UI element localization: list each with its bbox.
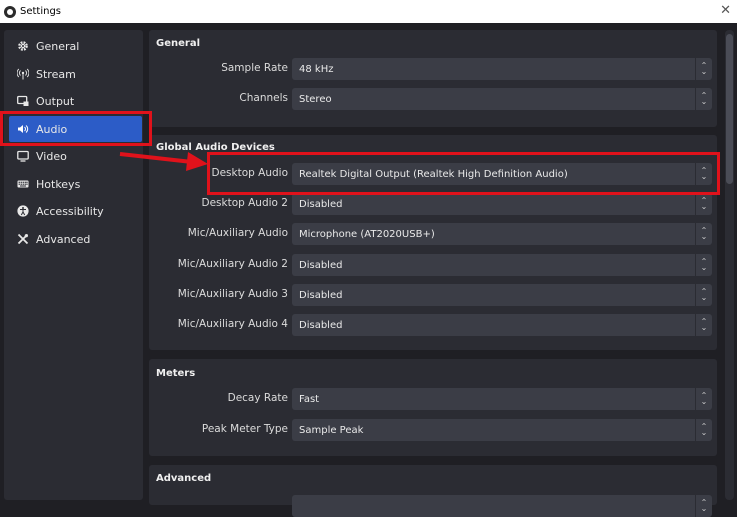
section-title-meters: Meters <box>156 368 196 379</box>
title-bar: Settings ✕ <box>0 0 737 23</box>
sidebar-item-general[interactable]: General <box>9 33 142 59</box>
keyboard-icon <box>16 177 30 191</box>
channels-value: Stereo <box>299 93 332 105</box>
mic-aux-audio-3-select[interactable]: Disabled ⌃ ⌄ <box>292 284 712 306</box>
mic-aux-audio-4-label: Mic/Auxiliary Audio 4 <box>177 318 288 330</box>
sidebar-item-accessibility[interactable]: Accessibility <box>9 198 142 224</box>
annotation-arrow-icon <box>119 152 208 171</box>
peak-meter-type-value: Sample Peak <box>299 424 364 436</box>
sidebar-item-label: Stream <box>36 67 76 81</box>
mic-aux-audio-4-select[interactable]: Disabled ⌃ ⌄ <box>292 314 712 336</box>
sample-rate-select[interactable]: 48 kHz ⌃ ⌄ <box>292 58 712 80</box>
accessibility-icon <box>16 204 30 218</box>
broadcast-icon <box>16 67 30 81</box>
mic-aux-audio-label: Mic/Auxiliary Audio <box>187 227 288 239</box>
chevron-up-down-icon: ⌃ ⌄ <box>695 388 712 410</box>
gear-icon <box>16 39 30 53</box>
chevron-up-down-icon: ⌃ ⌄ <box>695 314 712 336</box>
mic-aux-audio-2-label: Mic/Auxiliary Audio 2 <box>177 258 288 270</box>
decay-rate-select[interactable]: Fast ⌃ ⌄ <box>292 388 712 410</box>
mic-aux-audio-3-label: Mic/Auxiliary Audio 3 <box>177 288 288 300</box>
monitor-icon <box>16 149 30 163</box>
scrollbar-thumb[interactable] <box>726 34 733 184</box>
decay-rate-value: Fast <box>299 393 320 405</box>
desktop-audio-2-select[interactable]: Disabled ⌃ ⌄ <box>292 193 712 215</box>
sidebar-item-label: Output <box>36 94 75 108</box>
desktop-audio-2-label: Desktop Audio 2 <box>201 197 288 209</box>
chevron-up-down-icon: ⌃ ⌄ <box>695 58 712 80</box>
vertical-scrollbar[interactable] <box>725 30 734 500</box>
close-icon[interactable]: ✕ <box>720 3 731 19</box>
obs-logo-icon <box>4 5 16 18</box>
desktop-audio-2-value: Disabled <box>299 198 343 210</box>
sidebar-item-label: Advanced <box>36 232 91 246</box>
decay-rate-label: Decay Rate <box>227 392 288 404</box>
section-title-advanced: Advanced <box>156 473 212 484</box>
peak-meter-type-label: Peak Meter Type <box>201 423 288 435</box>
sidebar-item-label: Hotkeys <box>36 177 81 191</box>
chevron-up-down-icon: ⌃ ⌄ <box>695 88 712 110</box>
section-title-general: General <box>156 38 200 49</box>
chevron-up-down-icon: ⌃ ⌄ <box>695 495 712 517</box>
mic-aux-audio-select[interactable]: Microphone (AT2020USB+) ⌃ ⌄ <box>292 223 712 245</box>
sample-rate-label: Sample Rate <box>221 62 288 74</box>
chevron-up-down-icon: ⌃ ⌄ <box>695 254 712 276</box>
window-title: Settings <box>20 6 62 17</box>
channels-select[interactable]: Stereo ⌃ ⌄ <box>292 88 712 110</box>
mic-aux-audio-2-select[interactable]: Disabled ⌃ ⌄ <box>292 254 712 276</box>
monitoring-device-select[interactable]: ⌃ ⌄ <box>292 495 712 517</box>
sidebar-item-label: Video <box>36 149 67 163</box>
sample-rate-value: 48 kHz <box>299 63 334 75</box>
highlight-box-desktop-audio <box>207 152 720 195</box>
chevron-up-down-icon: ⌃ ⌄ <box>695 284 712 306</box>
peak-meter-type-select[interactable]: Sample Peak ⌃ ⌄ <box>292 419 712 441</box>
mic-aux-audio-2-value: Disabled <box>299 259 343 271</box>
sidebar-item-hotkeys[interactable]: Hotkeys <box>9 171 142 197</box>
chevron-up-down-icon: ⌃ ⌄ <box>695 419 712 441</box>
meters-section: Meters Decay Rate Fast ⌃ ⌄ Peak Meter Typ… <box>149 359 717 456</box>
advanced-section: Advanced ⌃ ⌄ <box>149 465 717 517</box>
audio-settings-panel: General Sample Rate 48 kHz ⌃ ⌄ Channels S… <box>146 23 722 517</box>
mic-aux-audio-3-value: Disabled <box>299 289 343 301</box>
channels-label: Channels <box>239 92 288 104</box>
sidebar-item-advanced[interactable]: Advanced <box>9 226 142 252</box>
general-section: General Sample Rate 48 kHz ⌃ ⌄ Channels S… <box>149 30 717 127</box>
sidebar-item-stream[interactable]: Stream <box>9 61 142 87</box>
output-icon <box>16 94 30 108</box>
sidebar-item-label: General <box>36 39 80 53</box>
highlight-box-audio <box>0 111 152 146</box>
chevron-up-down-icon: ⌃ ⌄ <box>695 223 712 245</box>
settings-sidebar: General Stream Output Audio Video Hotkey… <box>4 30 143 500</box>
tools-icon <box>16 232 30 246</box>
mic-aux-audio-4-value: Disabled <box>299 319 343 331</box>
mic-aux-audio-value: Microphone (AT2020USB+) <box>299 228 435 240</box>
sidebar-item-label: Accessibility <box>36 204 104 218</box>
chevron-up-down-icon: ⌃ ⌄ <box>695 193 712 215</box>
